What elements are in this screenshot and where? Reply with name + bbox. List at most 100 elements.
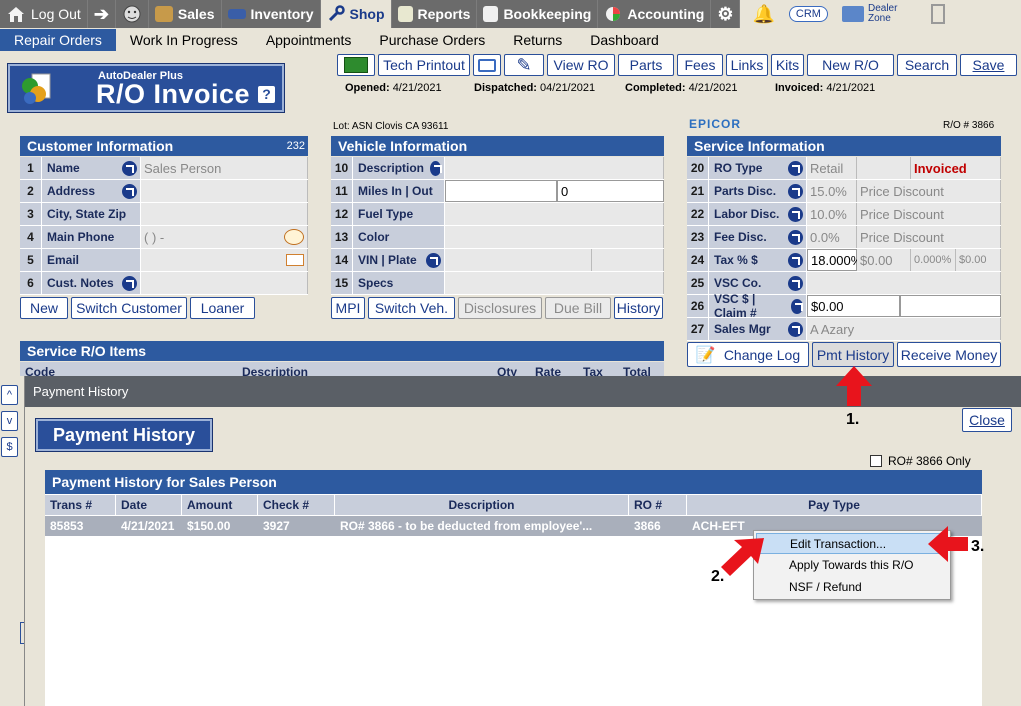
nav-bookkeeping[interactable]: Bookkeeping bbox=[477, 0, 599, 28]
row-extra-value[interactable]: $0.00 bbox=[956, 249, 1001, 271]
lookup-icon[interactable] bbox=[788, 275, 803, 291]
row-value[interactable]: 0.0% bbox=[807, 226, 857, 248]
user-avatar[interactable] bbox=[116, 0, 149, 28]
row-value[interactable] bbox=[445, 203, 664, 225]
row-value[interactable]: Retail bbox=[807, 157, 857, 179]
due-bill-button[interactable]: Due Bill bbox=[545, 297, 611, 319]
nav-inventory[interactable]: Inventory bbox=[222, 0, 321, 28]
row-extra-value[interactable]: 0.000% bbox=[911, 249, 956, 271]
calculator-icon[interactable] bbox=[931, 4, 946, 24]
help-button[interactable]: ? bbox=[258, 86, 275, 103]
logout-link[interactable]: Log Out bbox=[0, 0, 88, 28]
signature-button[interactable]: ✎ bbox=[504, 54, 544, 76]
new-ro-button[interactable]: New R/O bbox=[807, 54, 894, 76]
back-icon[interactable]: ➔ bbox=[94, 4, 109, 25]
new-customer-button[interactable]: New bbox=[20, 297, 68, 319]
receive-money-button[interactable]: Receive Money bbox=[897, 342, 1001, 367]
row-value[interactable]: A Azary bbox=[807, 318, 1001, 340]
nav-sales[interactable]: Sales bbox=[149, 0, 222, 28]
col-ro[interactable]: RO # bbox=[629, 495, 687, 515]
parts-button[interactable]: Parts bbox=[618, 54, 674, 76]
bell-icon[interactable]: 🔔 bbox=[752, 4, 774, 25]
lookup-icon[interactable] bbox=[788, 206, 803, 222]
row-extra-value[interactable] bbox=[592, 249, 664, 271]
row-value[interactable] bbox=[141, 203, 308, 225]
switch-customer-button[interactable]: Switch Customer bbox=[71, 297, 187, 319]
links-button[interactable]: Links bbox=[726, 54, 768, 76]
change-log-button[interactable]: 📝 Change Log bbox=[687, 342, 809, 367]
lookup-icon[interactable] bbox=[790, 298, 803, 314]
row-value[interactable]: ( ) - bbox=[141, 226, 308, 248]
col-description[interactable]: Description bbox=[335, 495, 629, 515]
lookup-icon[interactable] bbox=[122, 275, 137, 291]
nav-accounting[interactable]: Accounting bbox=[598, 0, 712, 28]
lookup-icon[interactable] bbox=[788, 321, 803, 337]
lookup-icon[interactable] bbox=[788, 160, 803, 176]
row-extra-value[interactable] bbox=[857, 157, 911, 179]
lookup-icon[interactable] bbox=[788, 229, 803, 245]
row-value[interactable]: $0.00 bbox=[807, 295, 900, 317]
scroll-up-button[interactable]: ^ bbox=[1, 385, 18, 405]
row-value[interactable]: 18.000% bbox=[807, 249, 862, 271]
row-value[interactable] bbox=[807, 272, 1001, 294]
row-extra-value[interactable]: 0 bbox=[557, 180, 664, 202]
view-ro-button[interactable]: View RO bbox=[547, 54, 615, 76]
col-trans[interactable]: Trans # bbox=[45, 495, 116, 515]
menu-item-nsf-refund[interactable]: NSF / Refund bbox=[756, 577, 948, 598]
tab-appointments[interactable]: Appointments bbox=[252, 29, 366, 51]
row-value[interactable] bbox=[141, 249, 308, 271]
tab-repair-orders[interactable]: Repair Orders bbox=[0, 29, 116, 51]
lookup-icon[interactable] bbox=[122, 183, 137, 199]
print-button[interactable] bbox=[473, 54, 501, 76]
close-button[interactable]: Close bbox=[962, 408, 1012, 432]
row-value[interactable] bbox=[445, 180, 557, 202]
row-value[interactable] bbox=[445, 157, 664, 179]
fees-button[interactable]: Fees bbox=[677, 54, 723, 76]
search-button[interactable]: Search bbox=[897, 54, 957, 76]
disclosures-button[interactable]: Disclosures bbox=[458, 297, 542, 319]
row-value[interactable]: 10.0% bbox=[807, 203, 857, 225]
lookup-icon[interactable] bbox=[788, 183, 803, 199]
row-value[interactable]: 15.0% bbox=[807, 180, 857, 202]
row-extra-value[interactable]: Price Discount bbox=[857, 226, 1001, 248]
nav-history-arrows[interactable]: ➔ bbox=[88, 0, 116, 28]
row-value[interactable] bbox=[141, 180, 308, 202]
email-icon[interactable] bbox=[286, 254, 304, 266]
lookup-icon[interactable] bbox=[426, 252, 441, 268]
row-extra-value[interactable]: $0.00 bbox=[857, 249, 911, 271]
ro-only-checkbox[interactable] bbox=[870, 455, 882, 467]
tab-dashboard[interactable]: Dashboard bbox=[576, 29, 673, 51]
save-button[interactable]: Save bbox=[960, 54, 1017, 76]
scroll-down-button[interactable]: v bbox=[1, 411, 18, 431]
col-amount[interactable]: Amount bbox=[182, 495, 258, 515]
lookup-icon[interactable] bbox=[430, 160, 441, 176]
crm-button[interactable]: CRM bbox=[788, 6, 828, 22]
history-button[interactable]: History bbox=[614, 297, 663, 319]
export-button[interactable] bbox=[337, 54, 375, 76]
col-pay-type[interactable]: Pay Type bbox=[687, 495, 982, 515]
row-value[interactable] bbox=[141, 272, 308, 294]
row-value[interactable]: Sales Person bbox=[141, 157, 308, 179]
kits-button[interactable]: Kits bbox=[771, 54, 804, 76]
mpi-button[interactable]: MPI bbox=[331, 297, 365, 319]
lookup-icon[interactable] bbox=[788, 252, 803, 268]
money-button[interactable]: $ bbox=[1, 437, 18, 457]
switch-vehicle-button[interactable]: Switch Veh. bbox=[368, 297, 455, 319]
row-extra-value[interactable]: Price Discount bbox=[857, 203, 1001, 225]
row-value[interactable] bbox=[445, 272, 664, 294]
ro-only-filter[interactable]: RO# 3866 Only bbox=[870, 454, 971, 468]
col-date[interactable]: Date bbox=[116, 495, 182, 515]
settings-button[interactable]: ⚙ bbox=[711, 0, 741, 28]
row-value[interactable] bbox=[445, 226, 664, 248]
row-value[interactable] bbox=[445, 249, 592, 271]
row-extra-value[interactable]: Invoiced bbox=[911, 157, 1001, 179]
row-extra-value[interactable]: Price Discount bbox=[857, 180, 1001, 202]
menu-item-edit-transaction[interactable]: Edit Transaction... bbox=[756, 533, 948, 554]
tab-returns[interactable]: Returns bbox=[499, 29, 576, 51]
tab-purchase-orders[interactable]: Purchase Orders bbox=[365, 29, 499, 51]
nav-reports[interactable]: Reports bbox=[392, 0, 478, 28]
tech-printout-button[interactable]: Tech Printout bbox=[378, 54, 470, 76]
row-extra-value[interactable] bbox=[900, 295, 1001, 317]
lookup-icon[interactable] bbox=[122, 160, 137, 176]
dealer-zone-button[interactable]: Dealer Zone bbox=[841, 4, 897, 24]
